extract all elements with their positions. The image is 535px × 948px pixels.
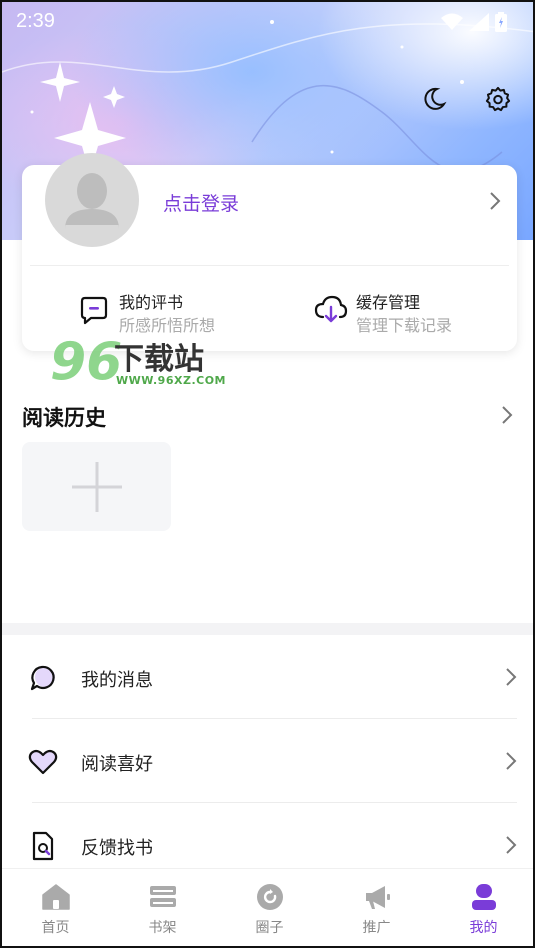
- menu-label: 我的消息: [81, 670, 153, 691]
- chevron-right-icon[interactable]: [501, 405, 513, 425]
- battery-icon: [495, 12, 507, 32]
- tab-label: 我的: [469, 920, 498, 936]
- tab-bookshelf[interactable]: 书架: [109, 869, 216, 946]
- heart-icon: [28, 747, 58, 777]
- plus-icon: [71, 461, 122, 512]
- watermark-number: 96: [50, 332, 123, 392]
- message-icon: [28, 663, 58, 693]
- megaphone-icon: [362, 883, 392, 911]
- avatar[interactable]: [45, 153, 139, 247]
- gear-icon[interactable]: [483, 84, 513, 114]
- cache-manage-button[interactable]: 缓存管理 管理下载记录: [314, 293, 452, 335]
- watermark-url: WWW.96XZ.COM: [116, 374, 226, 387]
- divider: [30, 265, 509, 266]
- tab-mine[interactable]: 我的: [430, 869, 533, 946]
- profile-card: 点击登录 我的评书 所感所悟所想 缓存管理 管理下载记录: [22, 153, 517, 351]
- menu-label: 反馈找书: [81, 838, 153, 859]
- comment-icon: [77, 293, 111, 327]
- user-icon: [469, 883, 499, 911]
- watermark-name: 下载站: [114, 342, 204, 377]
- login-link[interactable]: 点击登录: [163, 189, 239, 216]
- my-reviews-button[interactable]: 我的评书 所感所悟所想: [77, 293, 215, 335]
- chevron-right-icon: [506, 836, 517, 854]
- menu-label: 阅读喜好: [81, 754, 153, 775]
- app-screen: 2:39 点击登录 我的评书 所感所悟所想 缓存管理 管理下载记录 96 下载站…: [0, 0, 535, 948]
- status-icons: [441, 12, 507, 32]
- reading-history-title: 阅读历史: [22, 406, 106, 430]
- section-separator: [2, 623, 533, 635]
- tab-label: 首页: [41, 920, 70, 936]
- cache-manage-title: 缓存管理: [356, 293, 421, 312]
- signal-icon: [469, 13, 489, 31]
- my-reviews-title: 我的评书: [119, 293, 184, 312]
- home-icon: [41, 883, 71, 911]
- default-avatar-icon: [65, 173, 119, 229]
- chevron-right-icon[interactable]: [489, 191, 501, 211]
- tab-label: 推广: [362, 920, 391, 936]
- add-history-tile[interactable]: [22, 442, 171, 531]
- moon-icon[interactable]: [419, 84, 449, 114]
- circle-icon: [255, 883, 285, 911]
- chevron-right-icon: [506, 752, 517, 770]
- site-watermark: 96 下载站 WWW.96XZ.COM: [50, 332, 240, 394]
- status-time: 2:39: [16, 10, 55, 32]
- bookshelf-icon: [148, 883, 178, 911]
- tab-label: 书架: [148, 920, 177, 936]
- cloud-download-icon: [314, 293, 348, 327]
- tab-promote[interactable]: 推广: [323, 869, 430, 946]
- cache-manage-subtitle: 管理下载记录: [356, 316, 453, 335]
- menu-item-preferences[interactable]: 阅读喜好: [2, 719, 533, 803]
- tab-circle[interactable]: 圈子: [216, 869, 323, 946]
- menu-item-messages[interactable]: 我的消息: [2, 635, 533, 719]
- status-bar: 2:39: [2, 2, 533, 42]
- chevron-right-icon: [506, 668, 517, 686]
- tab-label: 圈子: [255, 920, 284, 936]
- search-book-icon: [28, 831, 58, 861]
- header-actions: [419, 84, 513, 114]
- wifi-icon: [441, 13, 463, 30]
- tab-home[interactable]: 首页: [2, 869, 109, 946]
- bottom-tab-bar: 首页 书架 圈子 推广 我的: [2, 868, 533, 946]
